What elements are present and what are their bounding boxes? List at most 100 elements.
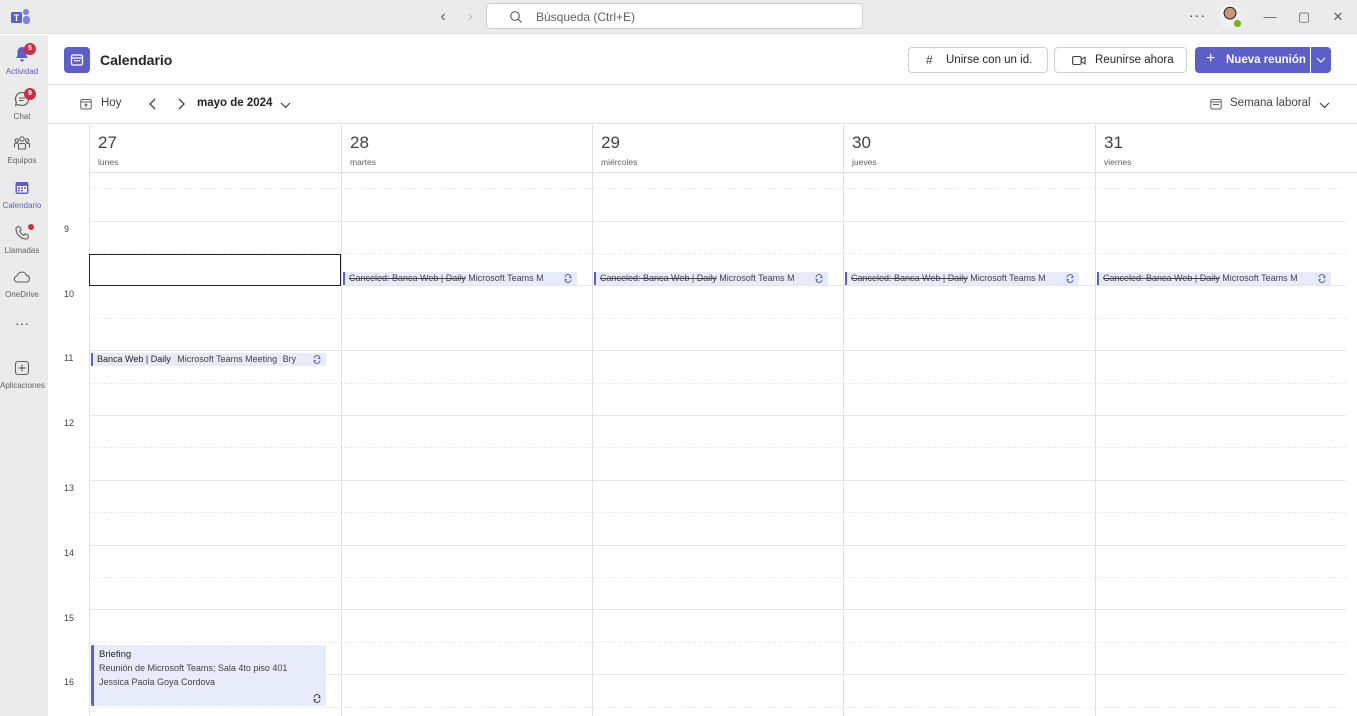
rail-item-onedrive[interactable]: OneDrive: [0, 262, 44, 306]
half-hour-line: [89, 577, 1346, 578]
day-header-friday[interactable]: 31 viernes: [1095, 125, 1346, 173]
hour-label: 11: [64, 353, 74, 363]
add-apps-icon: [14, 360, 30, 376]
search-placeholder: Búsqueda (Ctrl+E): [536, 10, 636, 24]
presence-available-icon: [1233, 19, 1242, 28]
previous-week-icon[interactable]: [147, 97, 159, 111]
meet-now-button[interactable]: Reunirse ahora: [1054, 47, 1187, 73]
hour-label: 13: [64, 483, 75, 493]
back-arrow-icon[interactable]: ‹: [434, 8, 452, 26]
day-number: 29: [601, 133, 620, 152]
recurring-icon: [313, 355, 321, 364]
day-header-tuesday[interactable]: 28 martes: [341, 125, 592, 173]
page-title: Calendario: [100, 52, 173, 68]
avatar[interactable]: [1219, 4, 1242, 28]
title-bar: T ‹ › Búsqueda (Ctrl+E) ··· — ▢ ✕: [0, 0, 1357, 34]
rail-item-aplicaciones[interactable]: Aplicaciones: [0, 353, 45, 397]
day-header-thursday[interactable]: 30 jueves: [843, 125, 1095, 173]
teams-icon: [13, 136, 31, 150]
hour-label: 9: [64, 224, 70, 234]
day-name: martes: [350, 157, 376, 167]
calendar-header: Calendario # Unirse con un id. Reunirse …: [48, 35, 1357, 85]
day-number: 28: [350, 133, 369, 152]
hour-line: [89, 221, 1346, 222]
search-input[interactable]: Búsqueda (Ctrl+E): [486, 3, 863, 29]
calendar-app-icon: [64, 47, 90, 73]
minimize-icon[interactable]: —: [1260, 7, 1280, 27]
day-header-monday[interactable]: 27 lunes: [89, 125, 341, 173]
canceled-event-friday[interactable]: Canceled: Banca Web | Daily Microsoft Te…: [1097, 272, 1331, 285]
half-hour-line: [89, 188, 1346, 189]
teams-logo-icon[interactable]: T: [10, 7, 32, 27]
join-with-id-button[interactable]: # Unirse con un id.: [908, 47, 1048, 73]
event-organizer: Bry: [282, 354, 297, 364]
rail-item-chat[interactable]: 9 Chat: [0, 84, 44, 128]
day-number: 30: [852, 133, 871, 152]
close-icon[interactable]: ✕: [1328, 7, 1348, 27]
event-location: Reunión de Microsoft Teams; Sala 4to pis…: [99, 663, 288, 673]
maximize-icon[interactable]: ▢: [1294, 7, 1314, 27]
half-hour-line: [89, 707, 1346, 708]
day-name: viernes: [1104, 157, 1132, 167]
recurring-icon: [1318, 274, 1326, 283]
forward-arrow-icon[interactable]: ›: [461, 8, 479, 26]
video-camera-icon: [1072, 55, 1086, 66]
day-number: 31: [1104, 133, 1123, 152]
chat-badge: 9: [24, 88, 36, 100]
today-label: Hoy: [101, 97, 122, 109]
rail-label: Aplicaciones: [0, 381, 45, 390]
day-header-wednesday[interactable]: 29 miércoles: [592, 125, 843, 173]
view-label: Semana laboral: [1230, 97, 1311, 109]
rail-item-llamadas[interactable]: Llamadas: [0, 218, 44, 262]
svg-text:T: T: [14, 13, 20, 23]
calls-dot-indicator: [28, 224, 34, 230]
event-subtitle: Microsoft Teams M: [970, 273, 1046, 283]
hour-line: [89, 350, 1346, 351]
more-apps-icon: ···: [15, 315, 29, 331]
day-name: lunes: [98, 157, 119, 167]
cloud-icon: [13, 271, 30, 283]
activity-badge: 5: [24, 43, 36, 55]
next-week-icon[interactable]: [175, 97, 187, 111]
column-divider: [341, 173, 342, 716]
plus-icon: +: [1206, 50, 1216, 67]
rail-label: Chat: [13, 112, 31, 121]
daily-event-monday[interactable]: Banca Web | Daily Microsoft Teams Meetin…: [91, 353, 326, 366]
new-meeting-button[interactable]: + Nueva reunión: [1195, 47, 1310, 73]
rail-item-equipos[interactable]: Equipos: [0, 128, 44, 172]
briefing-event[interactable]: Briefing Reunión de Microsoft Teams; Sal…: [91, 645, 326, 706]
event-title: Canceled: Banca Web | Daily: [851, 273, 968, 283]
hour-line: [89, 480, 1346, 481]
today-button[interactable]: Hoy: [78, 92, 128, 116]
hour-line: [89, 415, 1346, 416]
view-switcher[interactable]: Semana laboral: [1208, 92, 1333, 116]
header-divider: [89, 172, 1357, 173]
event-title: Canceled: Banca Web | Daily: [1103, 273, 1220, 283]
chevron-down-icon: [280, 102, 291, 109]
event-subtitle: Microsoft Teams Meeting: [177, 354, 278, 364]
selected-time-slot[interactable]: [89, 254, 341, 286]
more-options-icon[interactable]: ···: [1189, 7, 1206, 23]
half-hour-line: [89, 512, 1346, 513]
half-hour-line: [89, 642, 1346, 643]
half-hour-line: [89, 383, 1346, 384]
canceled-event-thursday[interactable]: Canceled: Banca Web | Daily Microsoft Te…: [845, 272, 1079, 285]
hour-label: 12: [64, 418, 75, 428]
month-picker[interactable]: mayo de 2024: [196, 92, 296, 116]
canceled-event-wednesday[interactable]: Canceled: Banca Web | Daily Microsoft Te…: [594, 272, 828, 285]
rail-item-actividad[interactable]: 5 Actividad: [0, 39, 44, 83]
recurring-icon: [564, 274, 572, 283]
canceled-event-tuesday[interactable]: Canceled: Banca Web | Daily Microsoft Te…: [343, 272, 577, 285]
join-with-id-label: Unirse con un id.: [946, 54, 1033, 66]
hour-label: 15: [64, 613, 75, 623]
meet-now-label: Reunirse ahora: [1095, 54, 1174, 66]
event-subtitle: Microsoft Teams M: [1222, 273, 1298, 283]
rail-item-calendario[interactable]: Calendario: [0, 173, 44, 217]
event-title: Canceled: Banca Web | Daily: [600, 273, 717, 283]
hour-line: [89, 609, 1346, 610]
recurring-icon: [313, 694, 321, 703]
new-meeting-label: Nueva reunión: [1226, 54, 1306, 66]
hour-label: 16: [64, 677, 75, 687]
new-meeting-dropdown-button[interactable]: [1311, 47, 1331, 73]
rail-more-button[interactable]: ···: [0, 311, 44, 355]
